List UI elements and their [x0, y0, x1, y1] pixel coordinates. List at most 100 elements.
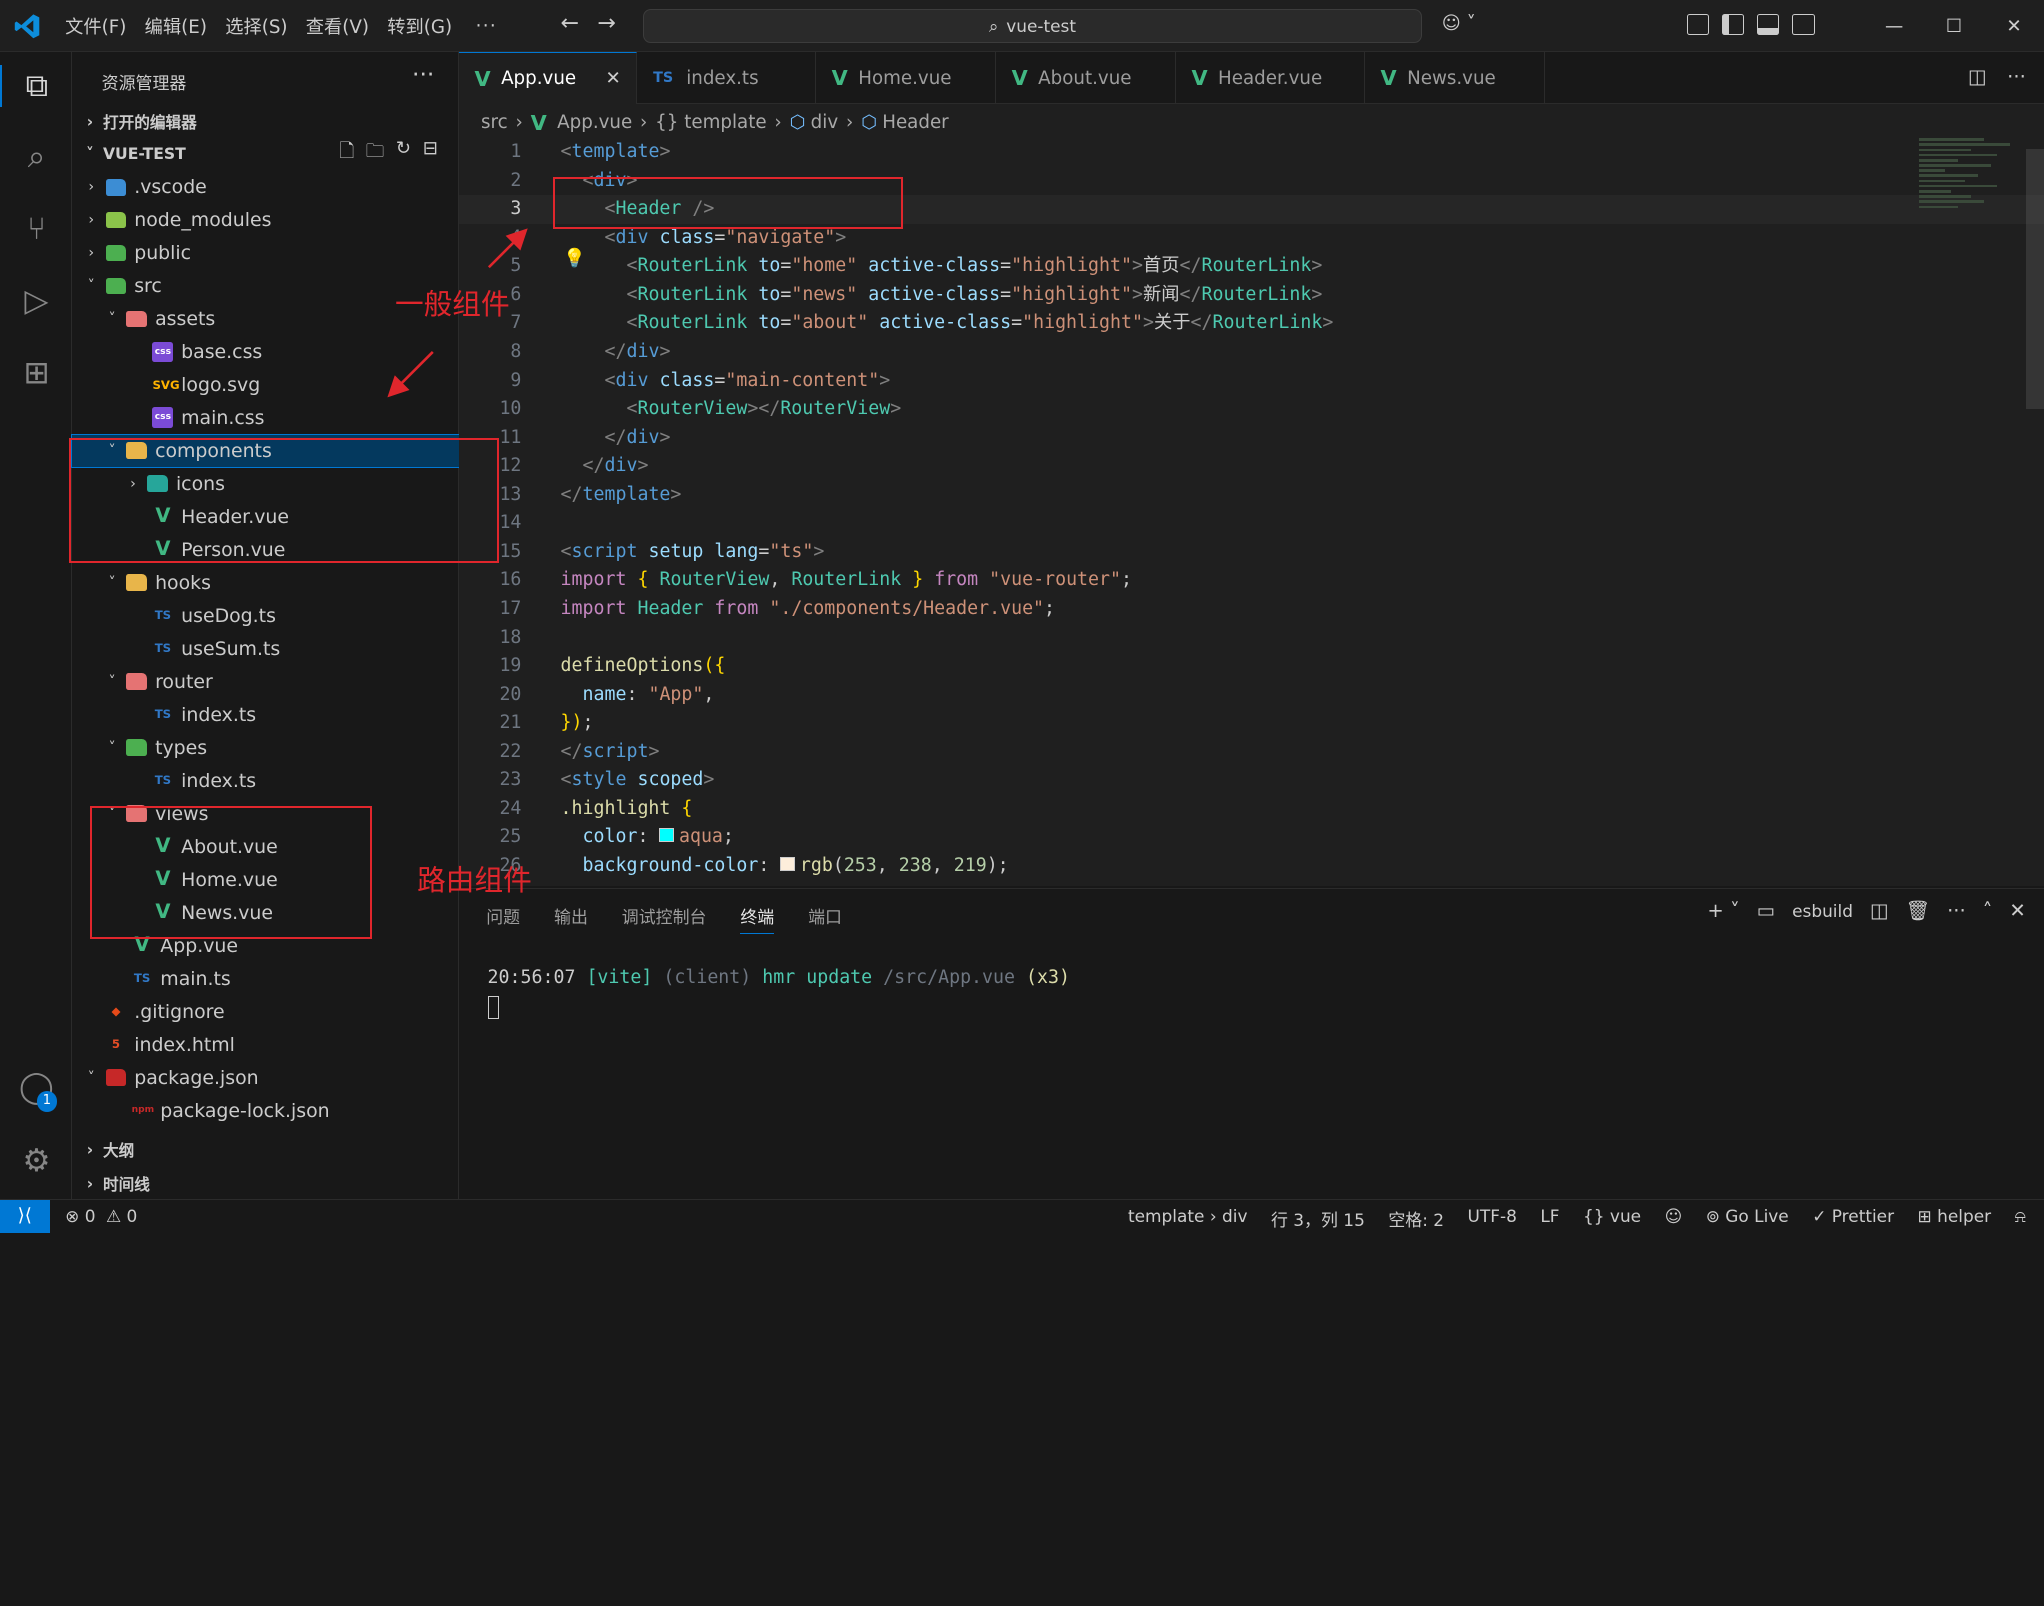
tree-item[interactable]: 5 index.html [72, 1028, 459, 1061]
encoding[interactable]: UTF-8 [1468, 1206, 1517, 1231]
customize-layout-icon[interactable] [1686, 14, 1709, 36]
terminal-shell-icon[interactable]: ▭ [1757, 899, 1775, 922]
tree-item[interactable]: css base.css [72, 336, 459, 369]
lightbulb-icon[interactable]: 💡 [563, 248, 586, 269]
trash-icon[interactable]: 🗑 [1905, 899, 1930, 922]
tree-item[interactable]: ˅ hooks [72, 567, 459, 600]
breadcrumb-item[interactable]: App.vue [557, 112, 632, 133]
split-terminal-icon[interactable]: ◫ [1870, 899, 1888, 922]
tree-item[interactable]: TS main.ts [72, 962, 459, 995]
menu-selection[interactable]: 选择(S) [225, 13, 287, 39]
new-file-icon[interactable]: 🗋 [339, 138, 354, 169]
editor-tab[interactable]: TS index.ts [637, 52, 817, 105]
tree-item[interactable]: › public [72, 237, 459, 270]
code-editor[interactable]: 1 <template> 2 <div> 3 <Header /> 4 <div cla… [458, 138, 2044, 886]
settings-gear-icon[interactable]: ⚙ [16, 1141, 58, 1183]
close-window-button[interactable]: ✕ [1984, 16, 2044, 37]
minimize-button[interactable]: — [1864, 16, 1924, 37]
end-of-line[interactable]: LF [1540, 1206, 1559, 1231]
color-swatch-icon[interactable] [780, 856, 795, 871]
errors-count[interactable]: ⊗ 0 [65, 1206, 95, 1226]
panel-tab[interactable]: 端口 [808, 903, 842, 934]
terminal-shell-name[interactable]: esbuild [1792, 901, 1853, 921]
scrollbar-thumb[interactable] [2025, 148, 2044, 410]
editor-tab[interactable]: V App.vue ✕ [458, 52, 638, 105]
tree-item[interactable]: › node_modules [72, 204, 459, 237]
panel-more-icon[interactable]: ··· [1947, 899, 1966, 922]
copilot-icon[interactable]: ☺ ˅ [1442, 13, 1476, 34]
language-mode[interactable]: {} vue [1583, 1206, 1641, 1231]
panel-tab[interactable]: 终端 [740, 903, 775, 935]
remote-indicator-icon[interactable]: ⟩⟨ [0, 1200, 50, 1233]
tree-item[interactable]: css main.css [72, 402, 459, 435]
menu-more[interactable]: ··· [476, 16, 497, 37]
project-section[interactable]: ˅ VUE-TEST 🗋 🗀 ↻ ⊟ [72, 138, 459, 169]
tree-item[interactable]: ˅ package.json [72, 1061, 459, 1094]
forward-arrow-icon[interactable]: → [597, 10, 616, 36]
toggle-sidebar-icon[interactable] [1722, 14, 1745, 36]
breadcrumb-item[interactable]: {} template [655, 112, 766, 133]
panel-tab[interactable]: 输出 [554, 903, 588, 934]
maximize-panel-icon[interactable]: ˄ [1983, 899, 1993, 922]
tree-item[interactable]: › .vscode [72, 171, 459, 204]
toggle-secondary-sidebar-icon[interactable] [1792, 14, 1815, 36]
timeline-section[interactable]: › 时间线 [72, 1168, 459, 1199]
menu-go[interactable]: 转到(G) [387, 13, 452, 39]
editor-tab[interactable]: V About.vue [996, 52, 1176, 105]
back-arrow-icon[interactable]: ← [561, 10, 580, 36]
tree-item[interactable]: TS index.ts [72, 764, 459, 797]
tree-item[interactable]: TS useDog.ts [72, 600, 459, 633]
editor-tab[interactable]: V Header.vue [1176, 52, 1365, 105]
indentation[interactable]: 空格: 2 [1388, 1206, 1444, 1231]
color-swatch-icon[interactable] [659, 828, 674, 843]
tree-item[interactable]: ◆ .gitignore [72, 995, 459, 1028]
tree-item[interactable]: TS useSum.ts [72, 633, 459, 666]
vscode-logo-icon[interactable] [13, 12, 42, 41]
breadcrumb-item[interactable]: Header [882, 112, 948, 133]
tree-item[interactable]: ˅ router [72, 665, 459, 698]
close-tab-icon[interactable]: ✕ [606, 68, 621, 89]
status-breadcrumb[interactable]: template › div [1128, 1206, 1247, 1231]
breadcrumb-item[interactable]: src [481, 112, 508, 133]
explorer-icon[interactable]: ⧉ [0, 65, 72, 107]
menu-view[interactable]: 查看(V) [306, 13, 369, 39]
copilot-status-icon[interactable]: ☺ [1665, 1206, 1683, 1231]
editor-scrollbar[interactable] [2025, 138, 2044, 886]
editor-more-icon[interactable]: ··· [2007, 65, 2026, 88]
panel-tab[interactable]: 问题 [486, 903, 520, 934]
menu-edit[interactable]: 编辑(E) [145, 13, 207, 39]
search-view-icon[interactable]: ⌕ [16, 137, 58, 179]
panel-tab[interactable]: 调试控制台 [622, 903, 707, 934]
collapse-all-icon[interactable]: ⊟ [423, 138, 438, 169]
prettier-status[interactable]: ✓ Prettier [1812, 1206, 1894, 1231]
run-debug-icon[interactable]: ▷ [16, 280, 58, 322]
tree-item[interactable]: npm package-lock.json [72, 1094, 459, 1127]
notifications-bell-icon[interactable]: ⍾ [2015, 1206, 2026, 1231]
command-center-search[interactable]: ⌕ vue-test [642, 9, 1423, 44]
editor-tab[interactable]: V News.vue [1365, 52, 1545, 105]
terminal-output[interactable]: 20:56:07 [vite] (client) hmr update /src… [488, 967, 1070, 988]
outline-section[interactable]: › 大纲 [72, 1134, 459, 1165]
maximize-button[interactable]: ☐ [1924, 16, 1984, 37]
more-actions-icon[interactable]: ··· [412, 60, 434, 88]
tree-item[interactable]: TS index.ts [72, 698, 459, 731]
tree-item[interactable]: ˅ types [72, 731, 459, 764]
toggle-panel-icon[interactable] [1757, 14, 1780, 36]
breadcrumb-item[interactable]: div [811, 112, 838, 133]
extensions-icon[interactable]: ⊞ [16, 352, 58, 394]
source-control-icon[interactable]: ⑂ [16, 209, 58, 251]
split-editor-icon[interactable]: ◫ [1968, 65, 1986, 88]
warnings-count[interactable]: ⚠ 0 [106, 1206, 137, 1226]
minimap[interactable] [1918, 138, 2029, 242]
menu-file[interactable]: 文件(F) [65, 13, 126, 39]
close-panel-icon[interactable]: ✕ [2009, 899, 2025, 922]
new-terminal-icon[interactable]: + ˅ [1707, 899, 1739, 922]
helper-status[interactable]: ⊞ helper [1918, 1206, 1992, 1231]
editor-tab[interactable]: V Home.vue [816, 52, 996, 105]
open-editors-section[interactable]: › 打开的编辑器 [72, 106, 459, 137]
tree-item[interactable]: SVG logo.svg [72, 369, 459, 402]
refresh-icon[interactable]: ↻ [396, 138, 411, 169]
cursor-position[interactable]: 行 3，列 15 [1271, 1206, 1365, 1231]
new-folder-icon[interactable]: 🗀 [366, 138, 384, 169]
go-live-button[interactable]: ⊚ Go Live [1706, 1206, 1789, 1231]
